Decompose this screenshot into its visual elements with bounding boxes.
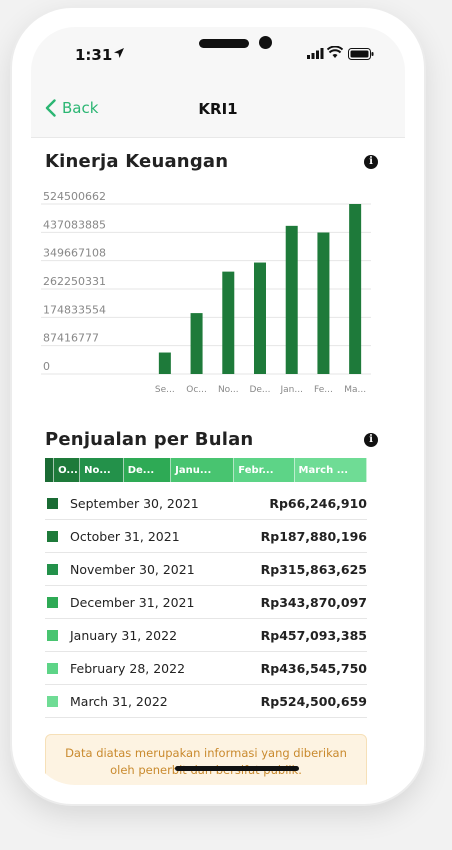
legend-swatch bbox=[47, 497, 58, 509]
x-tick-label: Se... bbox=[155, 385, 175, 395]
y-tick-label: 87416777 bbox=[43, 332, 99, 345]
bar[interactable] bbox=[349, 204, 362, 374]
y-tick-label: 524500662 bbox=[43, 190, 106, 203]
y-tick-label: 174833554 bbox=[43, 303, 106, 316]
sales-row: October 31, 2021 Rp187,880,196 bbox=[45, 520, 367, 553]
sales-value: Rp436,545,750 bbox=[260, 660, 367, 676]
x-tick-label: Ma... bbox=[344, 385, 366, 395]
wifi-icon bbox=[327, 46, 343, 58]
y-tick-label: 262250331 bbox=[43, 275, 106, 288]
y-tick-label: 0 bbox=[43, 360, 50, 373]
sales-row: March 31, 2022 Rp524,500,659 bbox=[45, 685, 367, 718]
finance-section-title: Kinerja Keuangan bbox=[45, 151, 229, 172]
x-tick-label: Jan... bbox=[279, 385, 302, 395]
sales-row: January 31, 2022 Rp457,093,385 bbox=[45, 619, 367, 652]
nav-bar: Back KRI1 bbox=[31, 79, 405, 138]
sales-segment[interactable]: No... bbox=[80, 458, 124, 482]
y-tick-label: 437083885 bbox=[43, 218, 106, 231]
sales-proportion-bar: O... No... De... Janu... Febr... March ... bbox=[45, 458, 367, 482]
bar[interactable] bbox=[222, 271, 235, 374]
bar[interactable] bbox=[190, 313, 203, 374]
legend-swatch bbox=[47, 530, 58, 542]
sales-date: October 31, 2021 bbox=[70, 528, 180, 544]
finance-chart: 524500662 437083885 349667108 262250331 1748… bbox=[41, 190, 371, 410]
sales-value: Rp187,880,196 bbox=[260, 528, 367, 544]
sales-row: November 30, 2021 Rp315,863,625 bbox=[45, 553, 367, 586]
sales-date: September 30, 2021 bbox=[70, 495, 199, 511]
sales-segment[interactable]: De... bbox=[123, 458, 172, 482]
sales-value: Rp315,863,625 bbox=[260, 561, 367, 577]
status-bar: 1:31 bbox=[31, 27, 405, 79]
legend-swatch bbox=[47, 695, 58, 707]
legend-swatch bbox=[47, 563, 58, 575]
sales-date: December 31, 2021 bbox=[70, 594, 195, 610]
x-tick-label: No... bbox=[218, 385, 239, 395]
sales-value: Rp524,500,659 bbox=[260, 693, 367, 709]
x-tick-label: Fe... bbox=[314, 385, 333, 395]
bar[interactable] bbox=[317, 232, 330, 374]
sales-segment[interactable]: Febr... bbox=[234, 458, 295, 482]
bar[interactable] bbox=[285, 225, 298, 374]
sales-row: December 31, 2021 Rp343,870,097 bbox=[45, 586, 367, 619]
sales-value: Rp343,870,097 bbox=[260, 594, 367, 610]
legend-swatch bbox=[47, 596, 58, 608]
location-arrow-icon bbox=[114, 48, 124, 58]
phone-frame: 1:31 Back KRI1 Kinerja Keuangan i 524500… bbox=[12, 8, 424, 804]
sales-date: January 31, 2022 bbox=[70, 627, 178, 643]
y-tick-label: 349667108 bbox=[43, 247, 106, 260]
sales-segment[interactable]: O... bbox=[54, 458, 81, 482]
legend-swatch bbox=[47, 629, 58, 641]
sales-info-icon[interactable]: i bbox=[364, 433, 378, 447]
finance-info-icon[interactable]: i bbox=[364, 155, 378, 169]
bar[interactable] bbox=[254, 262, 266, 374]
sales-date: March 31, 2022 bbox=[70, 693, 168, 709]
legend-swatch bbox=[47, 662, 58, 674]
sales-section-title: Penjualan per Bulan bbox=[45, 429, 254, 450]
bar-chart: 524500662 437083885 349667108 262250331 1748… bbox=[41, 190, 371, 395]
x-tick-label: Oc... bbox=[186, 385, 207, 395]
screen: 1:31 Back KRI1 Kinerja Keuangan i 524500… bbox=[31, 27, 405, 785]
sales-segment[interactable]: Janu... bbox=[171, 458, 235, 482]
battery-icon bbox=[348, 48, 374, 60]
sales-row: September 30, 2021 Rp66,246,910 bbox=[45, 487, 367, 520]
signal-icon bbox=[307, 48, 324, 59]
disclaimer-notice: Data diatas merupakan informasi yang dib… bbox=[45, 734, 367, 785]
page-title: KRI1 bbox=[198, 100, 238, 118]
speaker-notch bbox=[199, 39, 249, 48]
x-tick-label: De... bbox=[249, 385, 270, 395]
sales-value: Rp457,093,385 bbox=[260, 627, 367, 643]
sales-segment[interactable]: March ... bbox=[294, 458, 367, 482]
home-indicator[interactable] bbox=[175, 766, 299, 771]
status-time: 1:31 bbox=[75, 46, 113, 64]
front-camera bbox=[259, 36, 272, 49]
sales-date: February 28, 2022 bbox=[70, 660, 186, 676]
bar[interactable] bbox=[158, 352, 171, 374]
sales-table: September 30, 2021 Rp66,246,910 October 31… bbox=[45, 487, 367, 718]
sales-date: November 30, 2021 bbox=[70, 561, 195, 577]
sales-value: Rp66,246,910 bbox=[269, 495, 367, 511]
sales-segment[interactable] bbox=[45, 458, 55, 482]
sales-row: February 28, 2022 Rp436,545,750 bbox=[45, 652, 367, 685]
